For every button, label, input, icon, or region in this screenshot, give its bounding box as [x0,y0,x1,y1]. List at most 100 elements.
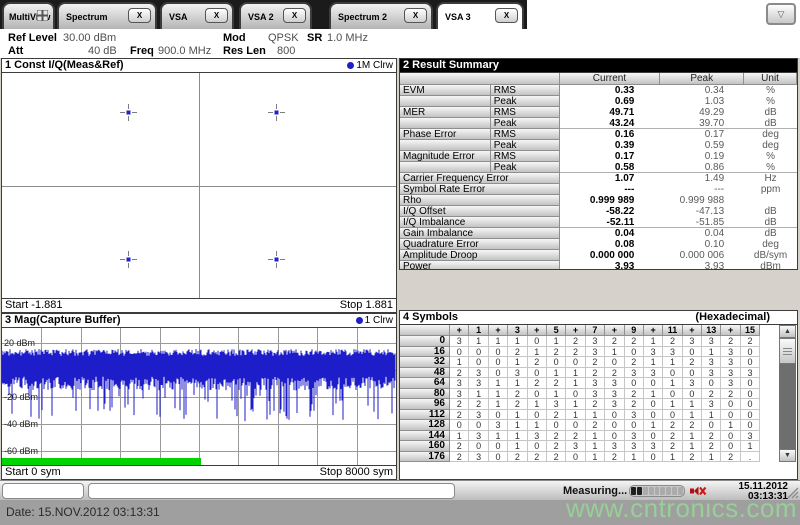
symbol-value-cell: 1 [488,430,509,441]
tab-multiview[interactable]: MultiView [2,2,55,29]
symbol-value-cell: 0 [740,388,761,399]
symbol-value-cell: 0 [643,409,664,420]
result-summary-body: Current Peak Unit EVM RMS 0.33 0.34% Peak 0.69 1… [400,73,797,269]
att-value: 40 dB [88,45,117,57]
symbol-value-cell: 3 [469,378,489,389]
symbol-value-cell: 2 [508,388,528,399]
close-icon[interactable]: X [205,8,228,23]
result-current-value: 0.04 [614,228,635,239]
symbol-value-cell: 2 [702,430,722,441]
symbol-value-cell: 0 [721,399,741,410]
symbols-column-header: + [450,325,470,336]
symbol-value-cell: 0 [566,357,586,368]
tab-spectrum2[interactable]: Spectrum 2 X [329,2,433,29]
result-param-sublabel: Peak [490,118,560,129]
symbol-value-cell: 3 [740,430,761,441]
res-len-label: Res Len [223,45,266,57]
scrollbar-thumb[interactable] [779,338,796,364]
symbols-column-header: + [488,325,509,336]
close-icon[interactable]: X [128,8,151,23]
symbol-value-cell: 1 [663,451,683,462]
symbols-column-header: + [721,325,741,336]
symbol-value-cell: 3 [566,441,586,452]
result-current-value: 49.71 [609,107,635,118]
symbols-column-header: + [605,325,625,336]
symbol-value-cell: 3 [605,378,625,389]
symbol-value-cell: 2 [624,388,644,399]
symbol-value-cell: 3 [663,346,683,357]
const-window-titlebar[interactable]: 1 Const I/Q(Meas&Ref) 1M Clrw [2,59,396,73]
result-param-sublabel: Peak [490,96,560,107]
symbol-value-cell: 0 [605,420,625,431]
y-axis-tick-label: 20 dBm [4,338,36,348]
result-current-value: 3.93 [614,261,635,269]
scroll-down-icon[interactable]: ▼ [779,449,796,462]
symbol-value-cell: 1 [585,409,606,420]
symbols-header-row: +1 +3 +5 +7 +9 +11 +13 +15 [400,325,797,336]
symbol-value-cell: 0 [643,430,664,441]
result-summary-title: 2 Result Summary [403,59,499,71]
symbols-titlebar[interactable]: 4 Symbols (Hexadecimal) [400,311,797,325]
symbol-value-cell: 1 [469,336,489,347]
symbol-value-cell: 2 [546,409,567,420]
symbols-scrollbar[interactable]: ▲ ▼ [779,325,796,462]
symbol-value-cell: 3 [585,336,606,347]
scroll-up-icon[interactable]: ▲ [779,325,796,338]
symbol-value-cell: 3 [585,378,606,389]
tab-list-dropdown-button[interactable]: ▽ [766,3,796,25]
tab-vsa3-active[interactable]: VSA 3 X [436,2,524,29]
instrument-header: Ref Level 30.00 dBm Mod QPSK SR 1.0 MHz … [0,29,800,58]
tab-vsa[interactable]: VSA X [160,2,234,29]
symbol-value-cell: 0 [721,441,741,452]
symbol-value-cell: 0 [605,409,625,420]
symbol-value-cell: 2 [546,378,567,389]
tab-spectrum[interactable]: Spectrum X [57,2,157,29]
result-unit: deg [762,129,779,140]
symbol-value-cell: 2 [721,451,741,462]
symbols-column-header: + [682,325,703,336]
symbol-value-cell: 3 [469,430,489,441]
symbol-value-cell: 2 [527,378,547,389]
symbol-value-cell: 0 [605,357,625,368]
result-current-value: -58.22 [605,206,635,217]
symbol-value-cell: 3 [643,346,664,357]
symbol-value-cell: 1 [566,399,586,410]
scrollbar-track[interactable] [779,364,796,449]
symbol-value-cell: 3 [605,399,625,410]
symbols-row-index: 32 [400,356,450,368]
tab-label: Spectrum [66,12,108,22]
symbol-value-cell: 3 [721,346,741,357]
result-summary-titlebar[interactable]: 2 Result Summary [400,59,797,73]
result-unit [744,195,797,206]
symbol-value-cell: 1 [585,430,606,441]
close-icon[interactable]: X [495,8,518,23]
analyzer-screen: MultiView Spectrum X VSA X VSA 2 X Spect… [0,0,800,525]
symbol-value-cell: 0 [566,388,586,399]
symbol-value-cell: 2 [450,367,470,378]
result-param-sublabel: RMS [490,151,560,162]
symbol-value-cell: 1 [566,409,586,420]
symbols-row-index: 0 [400,335,450,347]
tab-vsa2[interactable]: VSA 2 X [239,2,312,29]
mag-window-titlebar[interactable]: 3 Mag(Capture Buffer) 1 Clrw [2,314,396,328]
result-unit: deg [762,239,779,250]
symbol-value-cell: 0 [527,388,547,399]
result-param-label [400,96,491,107]
symbols-title: 4 Symbols [403,311,459,323]
chevron-down-icon: ▽ [777,9,785,19]
symbols-column-header: 11 [663,325,683,336]
symbols-row-index: 160 [400,440,450,452]
softkey-field-wide[interactable] [88,483,455,499]
const-graph-area[interactable] [2,73,396,298]
column-header-unit: Unit [744,73,797,85]
close-icon[interactable]: X [404,8,427,23]
mag-graph-area[interactable]: 20 dBm -20 dBm -40 dBm -60 dBm [2,328,396,465]
result-param-label: Rho [400,195,560,206]
symbols-row: 48 2 3 0 3 0 1 1 2 2 3 3 0 0 3 3 3 [400,367,797,378]
softkey-field-small[interactable] [2,483,84,499]
symbol-value-cell: 3 [605,388,625,399]
result-param-sublabel: Peak [490,140,560,151]
symbol-value-cell: 3 [740,367,761,378]
symbol-value-cell: 1 [508,336,528,347]
close-icon[interactable]: X [283,8,306,23]
